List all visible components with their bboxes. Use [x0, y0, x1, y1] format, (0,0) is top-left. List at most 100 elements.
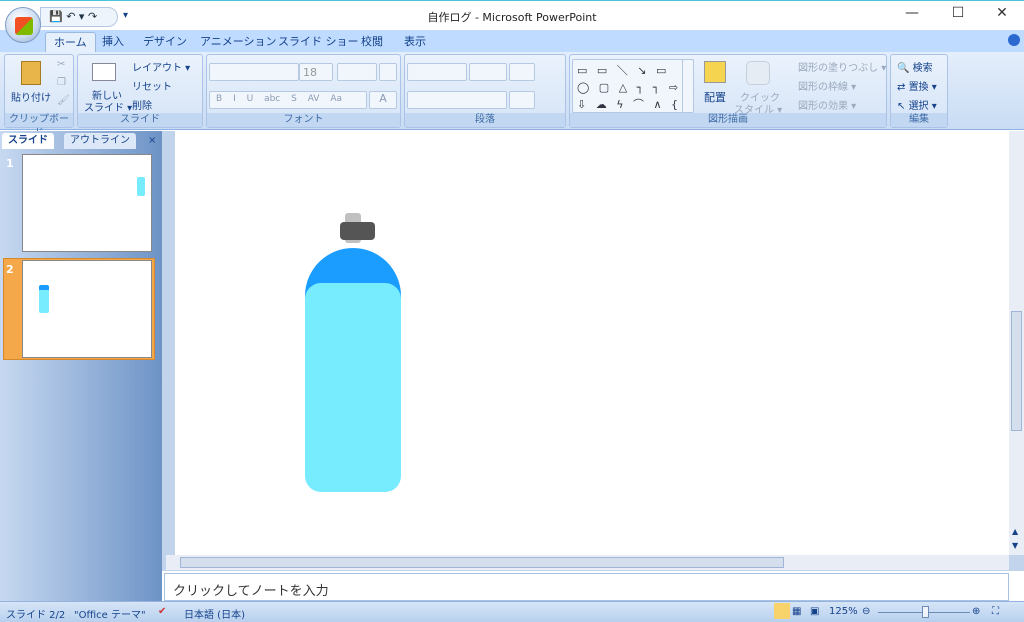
line-spacing-button[interactable] [509, 63, 535, 81]
minimize-button[interactable]: — [892, 5, 932, 27]
notes-input[interactable]: クリックしてノートを入力 [164, 573, 1009, 601]
horizontal-scroll-thumb[interactable] [180, 557, 784, 568]
zoom-in-button[interactable]: ⊕ [972, 606, 980, 617]
fit-to-window-button[interactable]: ⛶ [992, 606, 999, 617]
tab-design[interactable]: デザイン [135, 32, 195, 52]
font-grow-shrink-buttons[interactable] [337, 63, 377, 81]
zoom-level[interactable]: 125% [829, 606, 858, 617]
help-icon[interactable] [1008, 34, 1020, 46]
shape-fill-button[interactable]: 図形の塗りつぶし ▾ [798, 59, 886, 74]
close-button[interactable]: ✕ [982, 5, 1022, 27]
slide-number: 2 [6, 263, 14, 276]
bottle-body[interactable] [305, 283, 401, 492]
editing-label: 編集 [891, 113, 947, 127]
bottle-cap[interactable] [340, 222, 375, 240]
drawing-label: 図形描画 [570, 113, 886, 127]
status-bar: スライド 2/2 "Office テーマ" ✔ 日本語 (日本) ▦ ▣ 125… [0, 601, 1024, 622]
slide-thumbnail-1[interactable] [22, 154, 152, 252]
zoom-out-button[interactable]: ⊖ [862, 606, 870, 617]
indent-buttons[interactable] [469, 63, 507, 81]
font-style-buttons: B I U abc S AV Aa [209, 91, 367, 109]
paragraph-group: 段落 [404, 54, 566, 128]
new-slide-icon [92, 63, 116, 81]
tab-home[interactable]: ホーム [45, 32, 96, 52]
drawing-group: ▭ ▭ ＼ ↘ ▭ ◯ ▢ △ ┐ ┐ ⇨ ⇩ ☁ ϟ ⌒ ∧ { } 配置 ク… [569, 54, 887, 128]
underline-button[interactable]: U [247, 94, 254, 104]
ribbon-tabs: ホーム 挿入 デザイン アニメーション スライド ショー 校閲 表示 [0, 30, 1024, 52]
bottle-thumbnail [137, 177, 145, 196]
format-painter-icon[interactable]: 🖌 [57, 95, 70, 106]
arrange-button[interactable]: 配置 [704, 89, 726, 105]
font-name-input[interactable] [209, 63, 299, 81]
reset-button[interactable]: リセット [132, 78, 172, 93]
customize-qat-icon[interactable]: ▾ [123, 10, 128, 21]
ribbon: 貼り付け ✂ ❐ 🖌 クリップボード 新しい スライド ▾ レイアウト ▾ リセ… [0, 52, 1024, 139]
shape-effects-button[interactable]: 図形の効果 ▾ [798, 97, 856, 112]
title-bar: 自作ログ - Microsoft PowerPoint — ☐ ✕ [0, 0, 1024, 30]
shadow-button[interactable]: S [291, 94, 297, 104]
arrange-icon [704, 61, 726, 83]
font-group: 18 B I U abc S AV Aa A フォント [206, 54, 401, 128]
slide-indicator: スライド 2/2 [6, 610, 66, 621]
tab-slides[interactable]: スライド [2, 133, 54, 149]
tab-insert[interactable]: 挿入 [94, 32, 132, 52]
redo-icon[interactable]: ↷ [88, 10, 97, 23]
new-slide-dropdown[interactable]: スライド ▾ [84, 99, 132, 114]
normal-view-button[interactable] [774, 603, 790, 619]
tab-review[interactable]: 校閲 [353, 32, 391, 52]
select-button[interactable]: ↖ 選択 ▾ [897, 97, 937, 112]
case-button[interactable]: Aa [330, 94, 342, 104]
layout-button[interactable]: レイアウト ▾ [132, 59, 190, 74]
quick-access-toolbar: 💾 ↶ ▾ ↷ [40, 7, 118, 27]
slideshow-button[interactable]: ▣ [810, 606, 819, 617]
quick-style-icon [746, 61, 770, 85]
bold-button[interactable]: B [216, 94, 222, 104]
font-color-button[interactable]: A [369, 91, 397, 109]
slide-thumbnail-2[interactable] [22, 260, 152, 358]
slide-sorter-button[interactable]: ▦ [792, 606, 801, 617]
close-panel-button[interactable]: × [142, 133, 162, 149]
font-size-input[interactable]: 18 [299, 63, 333, 81]
tab-view[interactable]: 表示 [396, 32, 434, 52]
columns-button[interactable] [509, 91, 535, 109]
paste-button[interactable]: 貼り付け [11, 89, 51, 104]
clipboard-group: 貼り付け ✂ ❐ 🖌 クリップボード [4, 54, 74, 139]
delete-button[interactable]: 削除 [132, 97, 152, 112]
vertical-scrollbar[interactable]: ▲ ▼ [1009, 131, 1024, 555]
bottle-thumbnail [39, 285, 49, 313]
shapes-gallery-scroll[interactable] [682, 59, 694, 113]
zoom-slider-thumb[interactable] [922, 606, 929, 618]
save-icon[interactable]: 💾 [49, 10, 63, 23]
spellcheck-icon[interactable]: ✔ [158, 606, 166, 617]
language-indicator[interactable]: 日本語 (日本) [184, 606, 245, 621]
replace-label: 置換 ▾ [908, 82, 937, 93]
next-slide-button[interactable]: ▼ [1012, 541, 1018, 550]
shape-outline-button[interactable]: 図形の枠線 ▾ [798, 78, 856, 93]
clear-format-button[interactable] [379, 63, 397, 81]
paragraph-label: 段落 [405, 113, 565, 127]
paste-icon [21, 61, 41, 85]
maximize-button[interactable]: ☐ [938, 5, 978, 27]
clipboard-label: クリップボード [5, 113, 73, 139]
list-buttons[interactable] [407, 63, 467, 81]
shapes-gallery[interactable]: ▭ ▭ ＼ ↘ ▭ ◯ ▢ △ ┐ ┐ ⇨ ⇩ ☁ ϟ ⌒ ∧ { } [572, 59, 694, 128]
find-button[interactable]: 🔍 検索 [897, 59, 933, 74]
prev-slide-button[interactable]: ▲ [1012, 527, 1018, 536]
strikethrough-button[interactable]: abc [264, 94, 280, 104]
spacing-button[interactable]: AV [308, 94, 320, 104]
italic-button[interactable]: I [233, 94, 236, 104]
align-buttons[interactable] [407, 91, 507, 109]
slide-panel: スライド アウトライン × 1 2 [0, 131, 162, 601]
find-label: 検索 [912, 63, 933, 74]
copy-icon[interactable]: ❐ [57, 77, 66, 88]
theme-indicator: "Office テーマ" [74, 610, 146, 621]
replace-button[interactable]: ⇄ 置換 ▾ [897, 78, 937, 93]
office-button[interactable] [5, 7, 41, 43]
tab-outline[interactable]: アウトライン [64, 133, 136, 149]
horizontal-scrollbar[interactable] [166, 555, 1009, 570]
vertical-scroll-thumb[interactable] [1011, 311, 1022, 431]
editing-group: 🔍 検索 ⇄ 置換 ▾ ↖ 選択 ▾ 編集 [890, 54, 948, 128]
cut-icon[interactable]: ✂ [57, 59, 65, 70]
undo-icon[interactable]: ↶ ▾ [66, 10, 84, 23]
slide-canvas[interactable] [175, 131, 1009, 555]
